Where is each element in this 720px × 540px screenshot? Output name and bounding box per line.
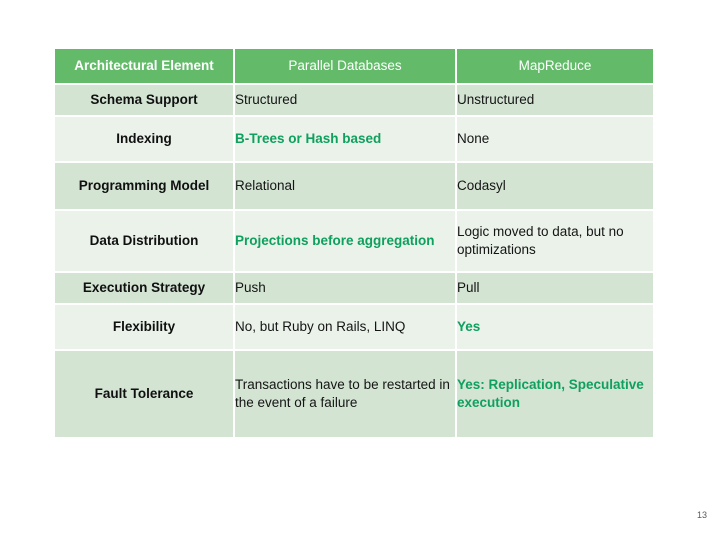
cell-flexibility-parallel-databases: No, but Ruby on Rails, LINQ [235, 305, 455, 349]
cell-programming-model-mapreduce: Codasyl [457, 163, 653, 209]
table-header: Architectural Element Parallel Databases… [55, 49, 653, 83]
cell-programming-model-parallel-databases: Relational [235, 163, 455, 209]
column-header-parallel-databases: Parallel Databases [235, 49, 455, 83]
slide-canvas: Architectural Element Parallel Databases… [0, 0, 720, 540]
cell-fault-tolerance-mapreduce: Yes: Replication, Speculative execution [457, 351, 653, 437]
row-label-fault-tolerance: Fault Tolerance [55, 351, 233, 437]
row-label-data-distribution: Data Distribution [55, 211, 233, 271]
cell-schema-support-parallel-databases: Structured [235, 85, 455, 115]
row-label-execution-strategy: Execution Strategy [55, 273, 233, 303]
column-header-architectural-element: Architectural Element [55, 49, 233, 83]
row-label-flexibility: Flexibility [55, 305, 233, 349]
page-number: 13 [696, 510, 707, 520]
row-label-schema-support: Schema Support [55, 85, 233, 115]
cell-data-distribution-parallel-databases: Projections before aggregation [235, 211, 455, 271]
table-row: Programming Model Relational Codasyl [55, 163, 653, 209]
column-header-mapreduce: MapReduce [457, 49, 653, 83]
table-row: Flexibility No, but Ruby on Rails, LINQ … [55, 305, 653, 349]
cell-execution-strategy-parallel-databases: Push [235, 273, 455, 303]
table-body: Schema Support Structured Unstructured I… [55, 85, 653, 437]
cell-indexing-mapreduce: None [457, 117, 653, 161]
header-row: Architectural Element Parallel Databases… [55, 49, 653, 83]
cell-fault-tolerance-parallel-databases: Transactions have to be restarted in the… [235, 351, 455, 437]
cell-schema-support-mapreduce: Unstructured [457, 85, 653, 115]
table-row: Data Distribution Projections before agg… [55, 211, 653, 271]
cell-flexibility-mapreduce: Yes [457, 305, 653, 349]
row-label-programming-model: Programming Model [55, 163, 233, 209]
architecture-comparison-table: Architectural Element Parallel Databases… [53, 47, 655, 439]
table-row: Indexing B-Trees or Hash based None [55, 117, 653, 161]
table-row: Schema Support Structured Unstructured [55, 85, 653, 115]
table-row: Execution Strategy Push Pull [55, 273, 653, 303]
cell-data-distribution-mapreduce: Logic moved to data, but no optimization… [457, 211, 653, 271]
cell-execution-strategy-mapreduce: Pull [457, 273, 653, 303]
cell-indexing-parallel-databases: B-Trees or Hash based [235, 117, 455, 161]
row-label-indexing: Indexing [55, 117, 233, 161]
table-row: Fault Tolerance Transactions have to be … [55, 351, 653, 437]
